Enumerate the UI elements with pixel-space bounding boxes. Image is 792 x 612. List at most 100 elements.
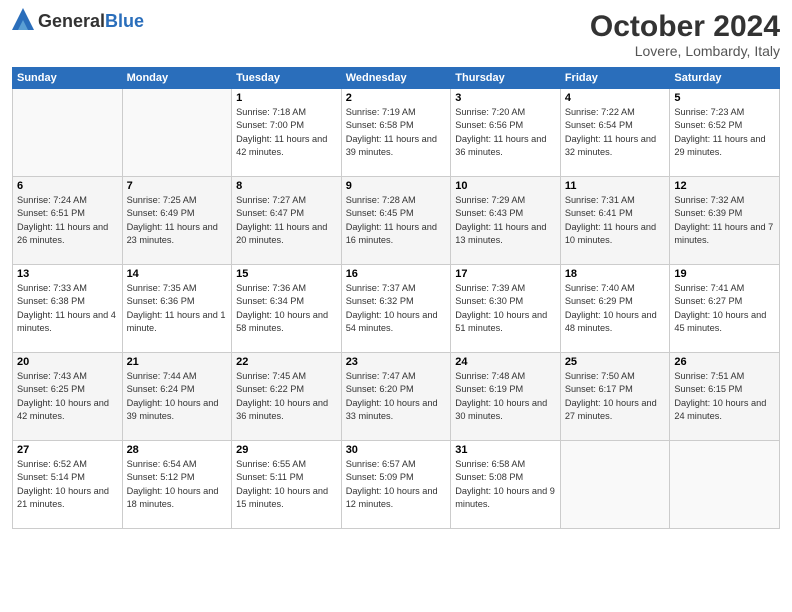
day-info: Sunrise: 6:58 AMSunset: 5:08 PMDaylight:… xyxy=(455,458,556,511)
table-row: 8 Sunrise: 7:27 AMSunset: 6:47 PMDaylight… xyxy=(232,177,342,265)
day-number: 11 xyxy=(565,180,666,192)
day-number: 10 xyxy=(455,180,556,192)
calendar-week-row: 13Sunrise: 7:33 AMSunset: 6:38 PMDayligh… xyxy=(13,265,780,353)
day-number: 15 xyxy=(236,268,337,280)
table-row: 16Sunrise: 7:37 AMSunset: 6:32 PMDayligh… xyxy=(341,265,451,353)
day-info: Sunrise: 7:45 AMSunset: 6:22 PMDaylight:… xyxy=(236,370,337,423)
day-number: 7 xyxy=(127,180,228,192)
day-info: Sunrise: 7:18 AMSunset: 7:00 PMDaylight:… xyxy=(236,106,337,159)
day-info: Sunrise: 7:24 AMSunset: 6:51 PMDaylight:… xyxy=(17,194,118,247)
logo: GeneralBlue xyxy=(12,10,144,32)
day-info: Sunrise: 6:54 AMSunset: 5:12 PMDaylight:… xyxy=(127,458,228,511)
logo-general: General xyxy=(38,11,105,31)
logo-icon xyxy=(12,8,34,30)
table-row: 29Sunrise: 6:55 AMSunset: 5:11 PMDayligh… xyxy=(232,441,342,529)
day-number: 16 xyxy=(346,268,447,280)
day-info: Sunrise: 7:36 AMSunset: 6:34 PMDaylight:… xyxy=(236,282,337,335)
day-info: Sunrise: 7:50 AMSunset: 6:17 PMDaylight:… xyxy=(565,370,666,423)
calendar-header-row: Sunday Monday Tuesday Wednesday Thursday… xyxy=(13,68,780,89)
table-row: 9Sunrise: 7:28 AMSunset: 6:45 PMDaylight… xyxy=(341,177,451,265)
table-row: 1 Sunrise: 7:18 AMSunset: 7:00 PMDaylight… xyxy=(232,89,342,177)
calendar-week-row: 27 Sunrise: 6:52 AMSunset: 5:14 PMDayligh… xyxy=(13,441,780,529)
table-row: 4 Sunrise: 7:22 AMSunset: 6:54 PMDaylight… xyxy=(560,89,670,177)
table-row xyxy=(560,441,670,529)
col-friday: Friday xyxy=(560,68,670,89)
table-row: 15 Sunrise: 7:36 AMSunset: 6:34 PMDayligh… xyxy=(232,265,342,353)
calendar-table: Sunday Monday Tuesday Wednesday Thursday… xyxy=(12,67,780,529)
day-number: 8 xyxy=(236,180,337,192)
day-info: Sunrise: 7:48 AMSunset: 6:19 PMDaylight:… xyxy=(455,370,556,423)
table-row: 24 Sunrise: 7:48 AMSunset: 6:19 PMDayligh… xyxy=(451,353,561,441)
day-info: Sunrise: 7:22 AMSunset: 6:54 PMDaylight:… xyxy=(565,106,666,159)
table-row: 11 Sunrise: 7:31 AMSunset: 6:41 PMDayligh… xyxy=(560,177,670,265)
day-number: 9 xyxy=(346,180,447,192)
table-row: 5 Sunrise: 7:23 AMSunset: 6:52 PMDaylight… xyxy=(670,89,780,177)
calendar-week-row: 20 Sunrise: 7:43 AMSunset: 6:25 PMDayligh… xyxy=(13,353,780,441)
day-number: 20 xyxy=(17,356,118,368)
day-info: Sunrise: 7:32 AMSunset: 6:39 PMDaylight:… xyxy=(674,194,775,247)
day-info: Sunrise: 6:52 AMSunset: 5:14 PMDaylight:… xyxy=(17,458,118,511)
day-info: Sunrise: 7:39 AMSunset: 6:30 PMDaylight:… xyxy=(455,282,556,335)
col-thursday: Thursday xyxy=(451,68,561,89)
day-number: 17 xyxy=(455,268,556,280)
day-number: 25 xyxy=(565,356,666,368)
logo-blue: Blue xyxy=(105,11,144,31)
table-row xyxy=(13,89,123,177)
day-number: 26 xyxy=(674,356,775,368)
table-row: 10 Sunrise: 7:29 AMSunset: 6:43 PMDayligh… xyxy=(451,177,561,265)
day-info: Sunrise: 7:27 AMSunset: 6:47 PMDaylight:… xyxy=(236,194,337,247)
day-info: Sunrise: 7:51 AMSunset: 6:15 PMDaylight:… xyxy=(674,370,775,423)
calendar-week-row: 6 Sunrise: 7:24 AMSunset: 6:51 PMDaylight… xyxy=(13,177,780,265)
table-row xyxy=(670,441,780,529)
table-row: 3Sunrise: 7:20 AMSunset: 6:56 PMDaylight… xyxy=(451,89,561,177)
day-number: 5 xyxy=(674,92,775,104)
table-row: 27 Sunrise: 6:52 AMSunset: 5:14 PMDayligh… xyxy=(13,441,123,529)
col-sunday: Sunday xyxy=(13,68,123,89)
day-info: Sunrise: 6:55 AMSunset: 5:11 PMDaylight:… xyxy=(236,458,337,511)
table-row: 12Sunrise: 7:32 AMSunset: 6:39 PMDayligh… xyxy=(670,177,780,265)
day-number: 22 xyxy=(236,356,337,368)
day-info: Sunrise: 7:19 AMSunset: 6:58 PMDaylight:… xyxy=(346,106,447,159)
table-row: 23 Sunrise: 7:47 AMSunset: 6:20 PMDayligh… xyxy=(341,353,451,441)
day-number: 24 xyxy=(455,356,556,368)
table-row: 20 Sunrise: 7:43 AMSunset: 6:25 PMDayligh… xyxy=(13,353,123,441)
col-wednesday: Wednesday xyxy=(341,68,451,89)
day-number: 28 xyxy=(127,444,228,456)
day-info: Sunrise: 6:57 AMSunset: 5:09 PMDaylight:… xyxy=(346,458,447,511)
day-info: Sunrise: 7:31 AMSunset: 6:41 PMDaylight:… xyxy=(565,194,666,247)
day-number: 31 xyxy=(455,444,556,456)
table-row: 31 Sunrise: 6:58 AMSunset: 5:08 PMDayligh… xyxy=(451,441,561,529)
table-row: 25 Sunrise: 7:50 AMSunset: 6:17 PMDayligh… xyxy=(560,353,670,441)
day-info: Sunrise: 7:40 AMSunset: 6:29 PMDaylight:… xyxy=(565,282,666,335)
table-row: 7Sunrise: 7:25 AMSunset: 6:49 PMDaylight… xyxy=(122,177,232,265)
day-number: 6 xyxy=(17,180,118,192)
table-row xyxy=(122,89,232,177)
table-row: 6 Sunrise: 7:24 AMSunset: 6:51 PMDaylight… xyxy=(13,177,123,265)
col-tuesday: Tuesday xyxy=(232,68,342,89)
table-row: 30Sunrise: 6:57 AMSunset: 5:09 PMDayligh… xyxy=(341,441,451,529)
day-info: Sunrise: 7:33 AMSunset: 6:38 PMDaylight:… xyxy=(17,282,118,335)
day-number: 27 xyxy=(17,444,118,456)
day-info: Sunrise: 7:44 AMSunset: 6:24 PMDaylight:… xyxy=(127,370,228,423)
day-info: Sunrise: 7:23 AMSunset: 6:52 PMDaylight:… xyxy=(674,106,775,159)
day-number: 23 xyxy=(346,356,447,368)
location: Lovere, Lombardy, Italy xyxy=(590,43,780,59)
day-number: 1 xyxy=(236,92,337,104)
day-number: 3 xyxy=(455,92,556,104)
day-number: 4 xyxy=(565,92,666,104)
day-number: 19 xyxy=(674,268,775,280)
day-info: Sunrise: 7:41 AMSunset: 6:27 PMDaylight:… xyxy=(674,282,775,335)
title-section: October 2024 Lovere, Lombardy, Italy xyxy=(590,10,780,59)
header: GeneralBlue October 2024 Lovere, Lombard… xyxy=(12,10,780,59)
day-info: Sunrise: 7:43 AMSunset: 6:25 PMDaylight:… xyxy=(17,370,118,423)
day-number: 18 xyxy=(565,268,666,280)
table-row: 2Sunrise: 7:19 AMSunset: 6:58 PMDaylight… xyxy=(341,89,451,177)
table-row: 14Sunrise: 7:35 AMSunset: 6:36 PMDayligh… xyxy=(122,265,232,353)
day-info: Sunrise: 7:29 AMSunset: 6:43 PMDaylight:… xyxy=(455,194,556,247)
day-info: Sunrise: 7:47 AMSunset: 6:20 PMDaylight:… xyxy=(346,370,447,423)
col-saturday: Saturday xyxy=(670,68,780,89)
table-row: 13Sunrise: 7:33 AMSunset: 6:38 PMDayligh… xyxy=(13,265,123,353)
table-row: 18 Sunrise: 7:40 AMSunset: 6:29 PMDayligh… xyxy=(560,265,670,353)
table-row: 17 Sunrise: 7:39 AMSunset: 6:30 PMDayligh… xyxy=(451,265,561,353)
calendar-week-row: 1 Sunrise: 7:18 AMSunset: 7:00 PMDaylight… xyxy=(13,89,780,177)
